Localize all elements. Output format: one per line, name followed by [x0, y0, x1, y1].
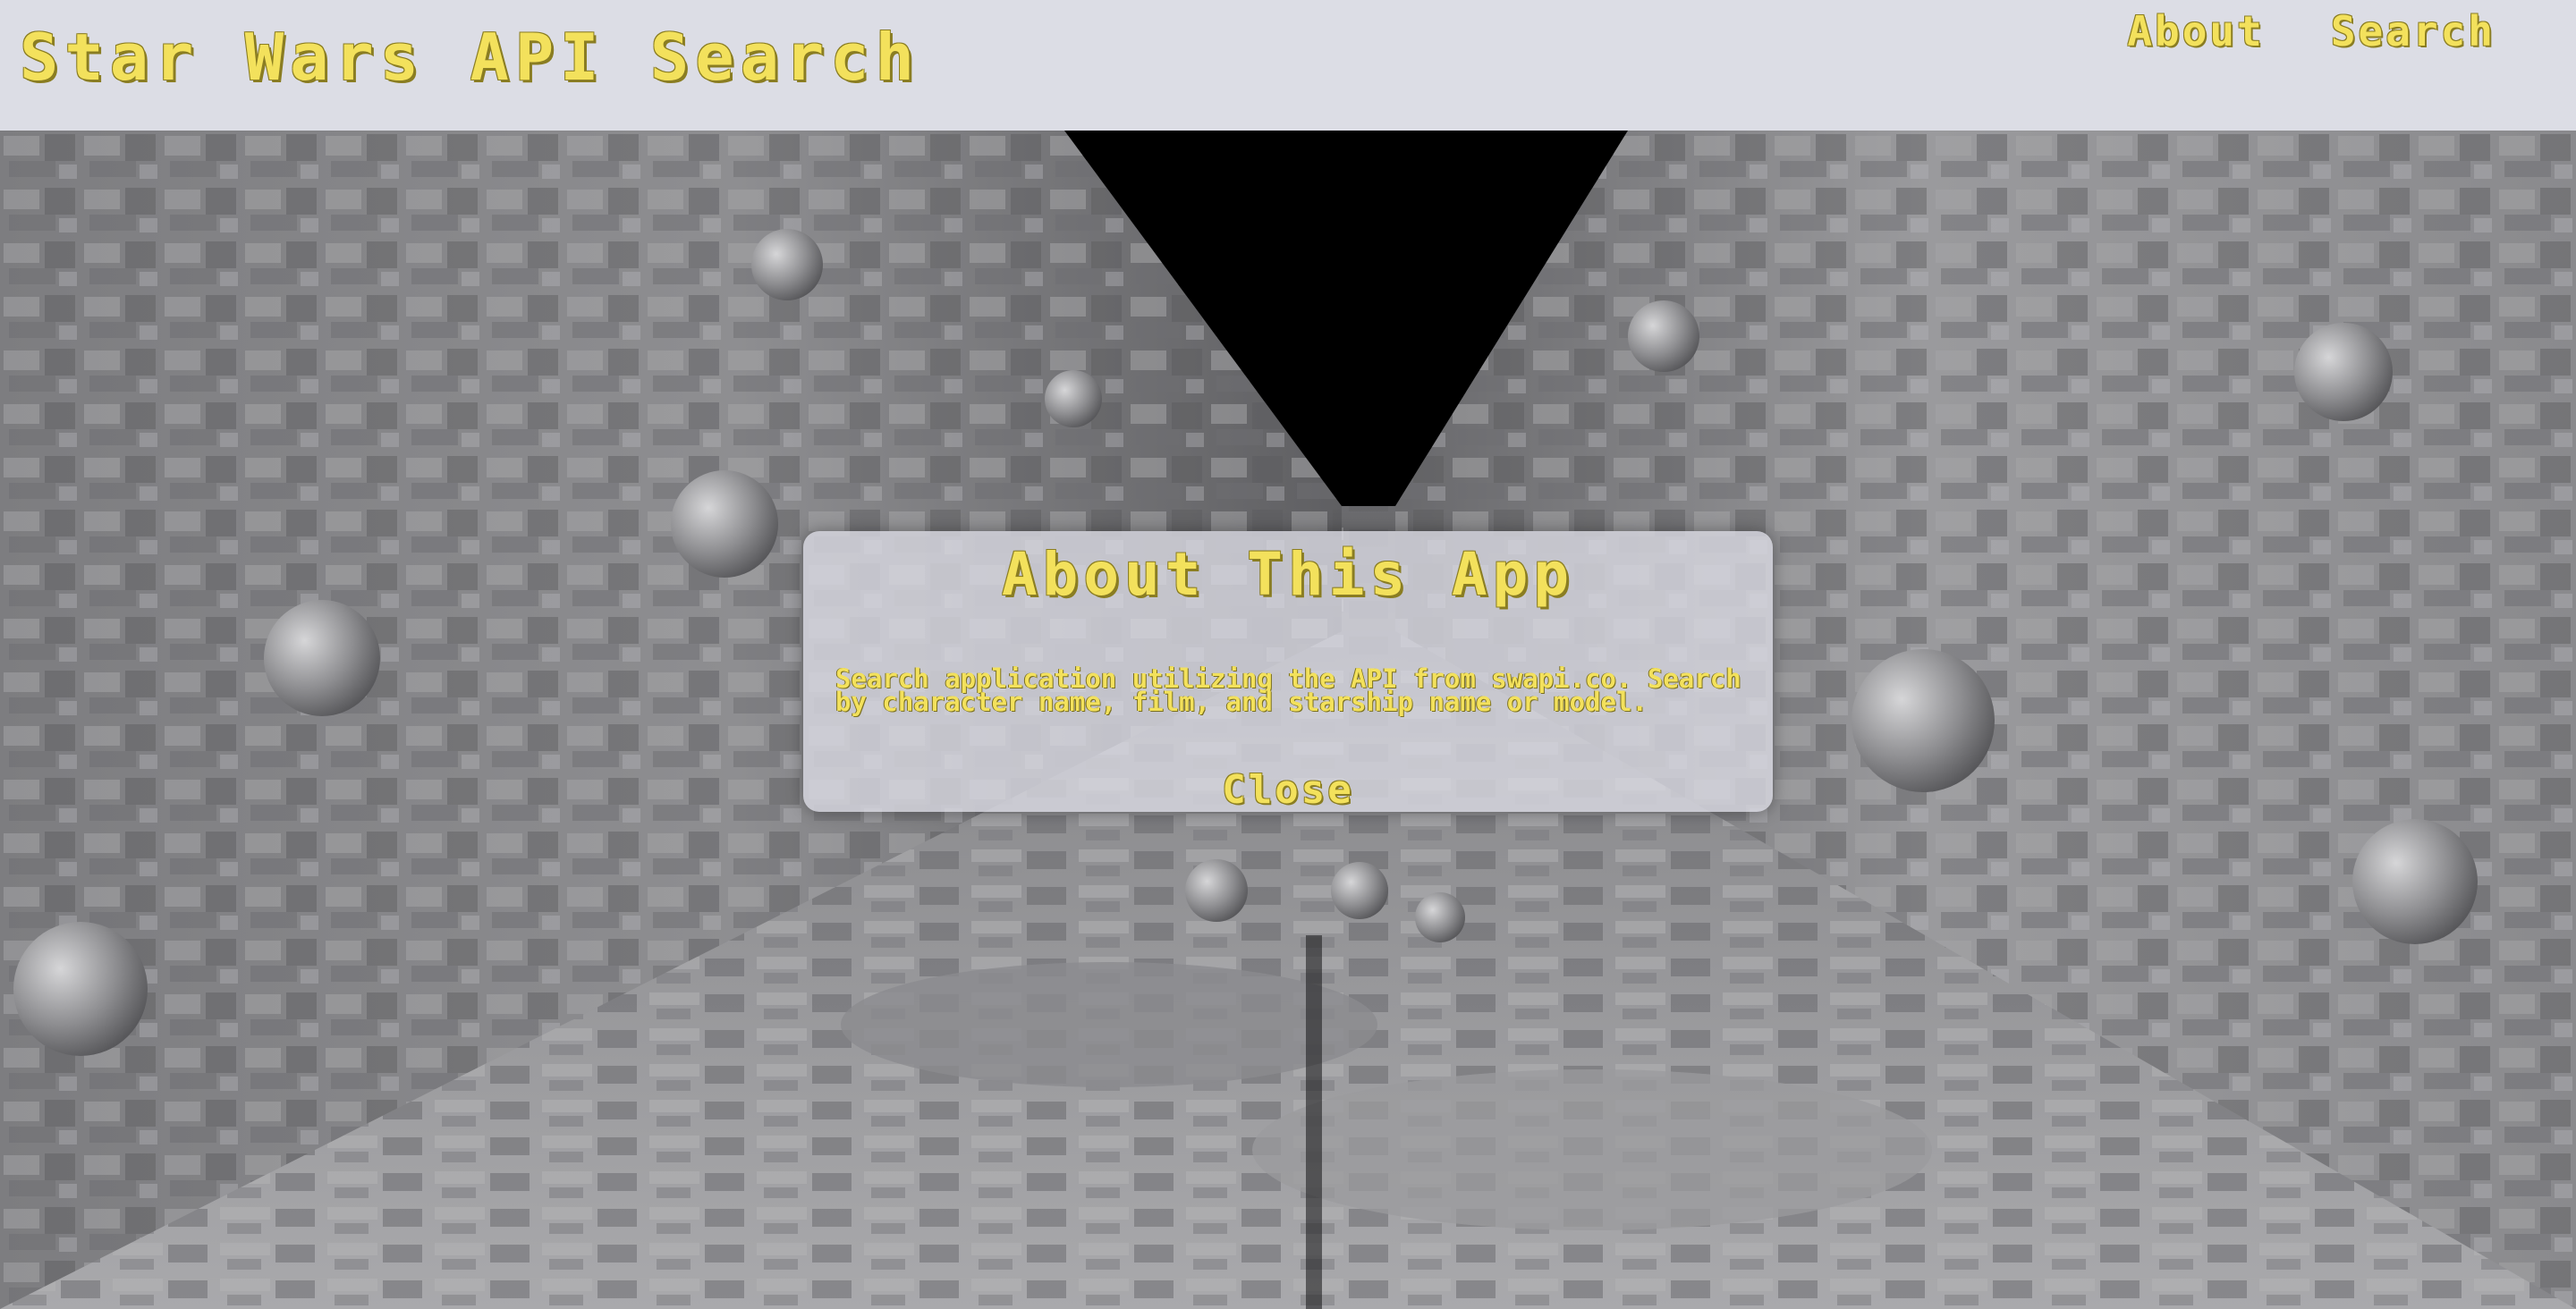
modal-title: About This App [1001, 540, 1575, 609]
top-header: Star Wars API Search About Search [0, 0, 2576, 131]
close-button[interactable]: Close [1222, 767, 1353, 813]
nav-about-link[interactable]: About [2127, 7, 2264, 55]
modal-description: Search application utilizing the API fro… [835, 663, 1741, 717]
close-button-container: Close [803, 767, 1773, 813]
nav-search-link[interactable]: Search [2331, 7, 2496, 55]
about-modal: About This App Search application utiliz… [803, 531, 1773, 813]
main-nav: About Search [2127, 7, 2496, 55]
site-title: Star Wars API Search [20, 20, 920, 95]
app-root: Star Wars API Search About Search About … [0, 0, 2576, 1309]
